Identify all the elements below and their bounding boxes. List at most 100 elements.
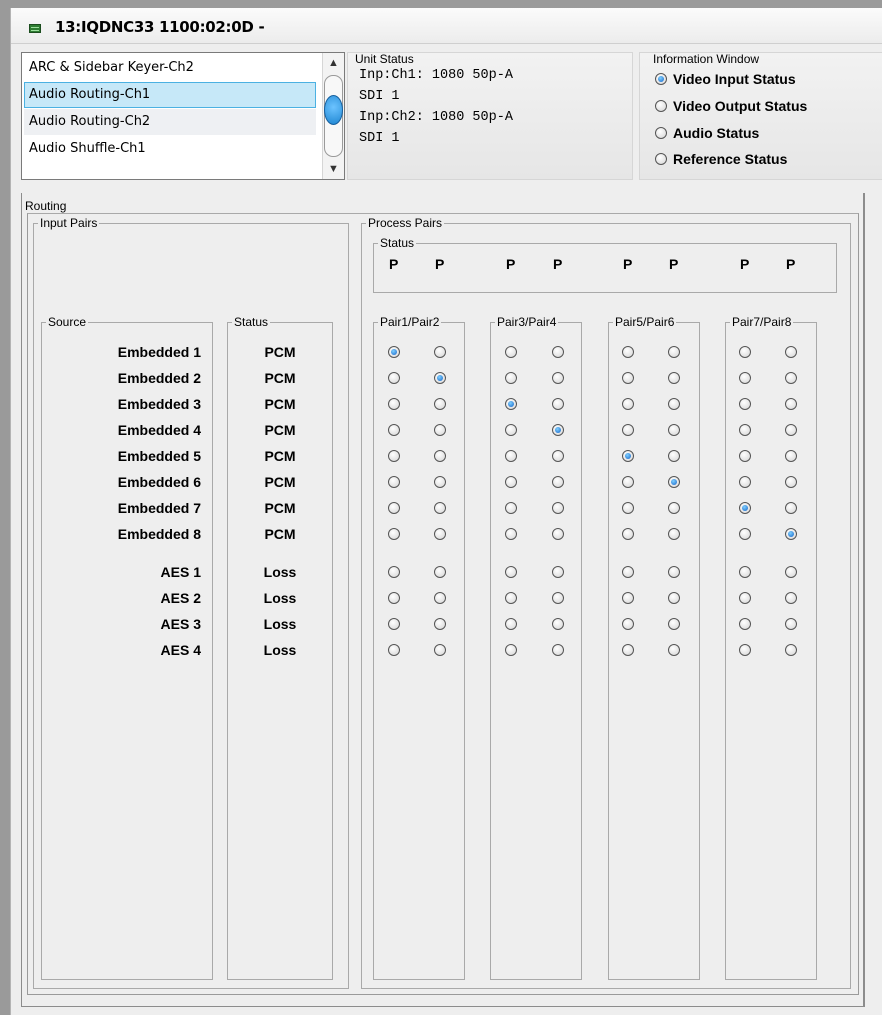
route-radio-5-ch3[interactable]	[505, 450, 517, 462]
route-radio-1-ch7[interactable]	[739, 346, 751, 358]
route-radio-5-ch5[interactable]	[622, 450, 634, 462]
route-radio-8-ch4[interactable]	[552, 528, 564, 540]
route-radio-3-ch8[interactable]	[785, 398, 797, 410]
route-radio-10-ch7[interactable]	[739, 592, 751, 604]
route-radio-5-ch4[interactable]	[552, 450, 564, 462]
route-radio-6-ch3[interactable]	[505, 476, 517, 488]
route-radio-3-ch1[interactable]	[388, 398, 400, 410]
route-radio-2-ch8[interactable]	[785, 372, 797, 384]
route-radio-10-ch5[interactable]	[622, 592, 634, 604]
route-radio-7-ch6[interactable]	[668, 502, 680, 514]
chevron-down-icon[interactable]: ▼	[323, 159, 344, 179]
route-radio-1-ch4[interactable]	[552, 346, 564, 358]
route-radio-1-ch1[interactable]	[388, 346, 400, 358]
route-radio-7-ch5[interactable]	[622, 502, 634, 514]
route-radio-9-ch6[interactable]	[668, 566, 680, 578]
route-radio-9-ch8[interactable]	[785, 566, 797, 578]
route-radio-2-ch5[interactable]	[622, 372, 634, 384]
route-radio-12-ch4[interactable]	[552, 644, 564, 656]
route-radio-8-ch8[interactable]	[785, 528, 797, 540]
route-radio-11-ch6[interactable]	[668, 618, 680, 630]
route-radio-7-ch4[interactable]	[552, 502, 564, 514]
route-radio-6-ch4[interactable]	[552, 476, 564, 488]
route-radio-3-ch3[interactable]	[505, 398, 517, 410]
route-radio-4-ch8[interactable]	[785, 424, 797, 436]
radio-icon[interactable]	[655, 127, 667, 139]
route-radio-8-ch7[interactable]	[739, 528, 751, 540]
chevron-up-icon[interactable]: ▲	[323, 53, 344, 73]
route-radio-4-ch6[interactable]	[668, 424, 680, 436]
route-radio-4-ch2[interactable]	[434, 424, 446, 436]
route-radio-8-ch5[interactable]	[622, 528, 634, 540]
route-radio-9-ch7[interactable]	[739, 566, 751, 578]
route-radio-10-ch2[interactable]	[434, 592, 446, 604]
scrollbar-thumb[interactable]	[324, 95, 343, 125]
route-radio-12-ch1[interactable]	[388, 644, 400, 656]
route-radio-11-ch4[interactable]	[552, 618, 564, 630]
route-radio-6-ch6[interactable]	[668, 476, 680, 488]
route-radio-4-ch1[interactable]	[388, 424, 400, 436]
route-radio-9-ch1[interactable]	[388, 566, 400, 578]
route-radio-10-ch8[interactable]	[785, 592, 797, 604]
route-radio-9-ch2[interactable]	[434, 566, 446, 578]
list-item[interactable]: Audio Routing-Ch2	[24, 109, 316, 135]
list-item[interactable]: ARC & Sidebar Keyer-Ch2	[24, 55, 316, 81]
list-scrollbar[interactable]: ▲ ▼	[322, 53, 344, 179]
route-radio-6-ch8[interactable]	[785, 476, 797, 488]
route-radio-1-ch2[interactable]	[434, 346, 446, 358]
route-radio-5-ch7[interactable]	[739, 450, 751, 462]
route-radio-8-ch3[interactable]	[505, 528, 517, 540]
route-radio-1-ch3[interactable]	[505, 346, 517, 358]
route-radio-4-ch4[interactable]	[552, 424, 564, 436]
list-item-selected[interactable]: Audio Routing-Ch1	[24, 82, 316, 108]
route-radio-9-ch3[interactable]	[505, 566, 517, 578]
radio-selected-icon[interactable]	[655, 73, 667, 85]
route-radio-10-ch4[interactable]	[552, 592, 564, 604]
route-radio-3-ch5[interactable]	[622, 398, 634, 410]
route-radio-2-ch2[interactable]	[434, 372, 446, 384]
route-radio-2-ch4[interactable]	[552, 372, 564, 384]
route-radio-11-ch1[interactable]	[388, 618, 400, 630]
route-radio-6-ch5[interactable]	[622, 476, 634, 488]
route-radio-7-ch1[interactable]	[388, 502, 400, 514]
route-radio-6-ch7[interactable]	[739, 476, 751, 488]
route-radio-8-ch1[interactable]	[388, 528, 400, 540]
route-radio-5-ch2[interactable]	[434, 450, 446, 462]
route-radio-11-ch2[interactable]	[434, 618, 446, 630]
route-radio-4-ch7[interactable]	[739, 424, 751, 436]
route-radio-11-ch8[interactable]	[785, 618, 797, 630]
route-radio-5-ch8[interactable]	[785, 450, 797, 462]
route-radio-9-ch4[interactable]	[552, 566, 564, 578]
route-radio-4-ch3[interactable]	[505, 424, 517, 436]
route-radio-10-ch3[interactable]	[505, 592, 517, 604]
route-radio-11-ch7[interactable]	[739, 618, 751, 630]
route-radio-2-ch1[interactable]	[388, 372, 400, 384]
route-radio-11-ch5[interactable]	[622, 618, 634, 630]
route-radio-6-ch1[interactable]	[388, 476, 400, 488]
route-radio-12-ch3[interactable]	[505, 644, 517, 656]
route-radio-3-ch6[interactable]	[668, 398, 680, 410]
route-radio-8-ch2[interactable]	[434, 528, 446, 540]
route-radio-9-ch5[interactable]	[622, 566, 634, 578]
route-radio-1-ch8[interactable]	[785, 346, 797, 358]
route-radio-1-ch5[interactable]	[622, 346, 634, 358]
route-radio-3-ch4[interactable]	[552, 398, 564, 410]
route-radio-12-ch2[interactable]	[434, 644, 446, 656]
list-item[interactable]: Audio Shuffle-Ch1	[24, 136, 316, 162]
route-radio-8-ch6[interactable]	[668, 528, 680, 540]
route-radio-3-ch7[interactable]	[739, 398, 751, 410]
route-radio-7-ch7[interactable]	[739, 502, 751, 514]
route-radio-10-ch6[interactable]	[668, 592, 680, 604]
radio-icon[interactable]	[655, 153, 667, 165]
route-radio-7-ch8[interactable]	[785, 502, 797, 514]
route-radio-12-ch7[interactable]	[739, 644, 751, 656]
route-radio-12-ch5[interactable]	[622, 644, 634, 656]
route-radio-12-ch8[interactable]	[785, 644, 797, 656]
route-radio-2-ch7[interactable]	[739, 372, 751, 384]
route-radio-1-ch6[interactable]	[668, 346, 680, 358]
route-radio-2-ch3[interactable]	[505, 372, 517, 384]
route-radio-5-ch6[interactable]	[668, 450, 680, 462]
route-radio-2-ch6[interactable]	[668, 372, 680, 384]
route-radio-3-ch2[interactable]	[434, 398, 446, 410]
route-radio-7-ch3[interactable]	[505, 502, 517, 514]
